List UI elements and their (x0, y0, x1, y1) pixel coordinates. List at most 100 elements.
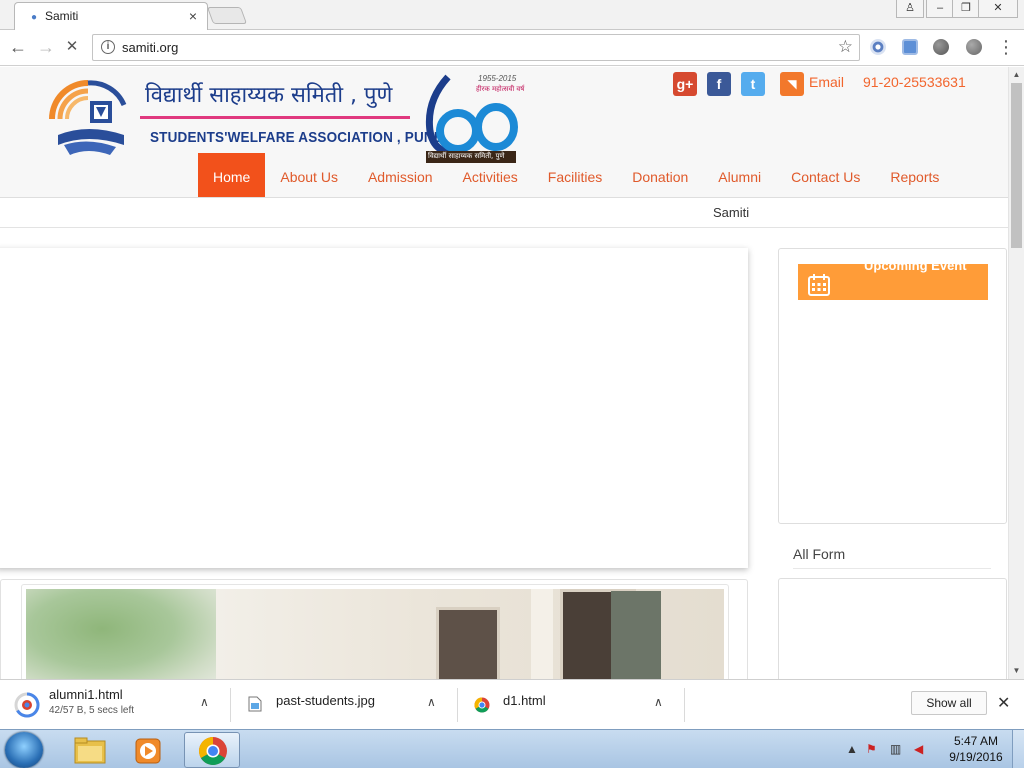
show-all-downloads-button[interactable]: Show all (911, 691, 987, 715)
download-item[interactable]: d1.html ∧ (458, 680, 684, 730)
photo-window-1 (436, 607, 500, 679)
download-filename: alumni1.html (49, 687, 123, 702)
photo-window-3 (611, 591, 661, 679)
nav-home[interactable]: Home (198, 153, 266, 197)
all-form-title: All Form (793, 546, 846, 562)
chrome-menu-button[interactable]: ⋮ (996, 37, 1016, 57)
stop-loading-button[interactable]: ✕ (62, 37, 82, 57)
taskbar-media-player[interactable] (120, 732, 176, 768)
google-plus-icon[interactable]: g+ (673, 72, 697, 96)
chrome-icon (199, 737, 227, 765)
all-form-panel (778, 578, 1007, 679)
news-ticker: Samiti (0, 198, 1008, 228)
bookmark-star-icon[interactable]: ☆ (838, 37, 853, 57)
tray-network-icon[interactable]: ▥ (890, 742, 901, 756)
maximize-button[interactable]: ❐ (952, 0, 980, 18)
chrome-html-file-icon (474, 697, 490, 713)
download-filename: d1.html (503, 693, 546, 708)
jubilee-number: 60 (420, 71, 421, 72)
url-text[interactable]: samiti.org (122, 40, 178, 55)
building-photo (26, 589, 724, 679)
tab-close-icon[interactable]: × (189, 8, 197, 24)
photo-tree (26, 589, 216, 679)
windows-taskbar: ▲ ⚑ ▥ ◀ 5:47 AM 9/19/2016 (0, 729, 1024, 768)
start-button[interactable] (5, 732, 43, 768)
show-desktop-button[interactable] (1012, 730, 1024, 768)
email-link[interactable]: Email (809, 74, 844, 90)
address-bar[interactable]: i samiti.org ☆ (92, 34, 860, 61)
download-shelf: alumni1.html 42/57 B, 5 secs left ∧ past… (0, 679, 1024, 729)
download-status: 42/57 B, 5 secs left (49, 705, 135, 716)
samiti-logo-emblem-icon[interactable] (44, 75, 132, 159)
upcoming-events-title: Upcoming Event (864, 264, 967, 273)
ticker-text: Samiti (713, 205, 750, 220)
rss-icon[interactable]: ◥ (780, 72, 804, 96)
forward-button[interactable]: → (36, 37, 56, 57)
extension-icon-1[interactable] (870, 39, 886, 55)
main-nav: Home About Us Admission Activities Facil… (198, 153, 954, 197)
scroll-thumb[interactable] (1011, 83, 1022, 248)
close-window-button[interactable]: ✕ (978, 0, 1018, 18)
taskbar-file-explorer[interactable] (62, 732, 118, 768)
clock-date[interactable]: 9/19/2016 (946, 750, 1006, 764)
download-item[interactable]: alumni1.html 42/57 B, 5 secs left ∧ (0, 680, 230, 730)
tray-action-center-icon[interactable]: ⚑ (866, 742, 877, 756)
download-menu-chevron-icon[interactable]: ∧ (427, 695, 436, 709)
nav-facilities[interactable]: Facilities (533, 153, 617, 197)
folder-icon (74, 737, 106, 764)
extension-icon-3[interactable] (933, 39, 949, 55)
taskbar-chrome[interactable] (184, 732, 240, 768)
nav-about-us[interactable]: About Us (265, 153, 353, 197)
new-tab-button[interactable] (206, 7, 248, 24)
browser-tabstrip: ● Samiti × ♙ – ❐ ✕ (0, 0, 1024, 31)
browser-tab[interactable]: ● Samiti × (14, 2, 208, 31)
facebook-icon[interactable]: f (707, 72, 731, 96)
clock-time[interactable]: 5:47 AM (946, 734, 1006, 748)
jubilee-caption: हीरक महोत्सवी वर्ष (476, 85, 525, 93)
media-player-icon (135, 738, 161, 764)
minimize-button[interactable]: – (926, 0, 954, 18)
jubilee-years: 1955-2015 (478, 74, 517, 83)
close-shelf-icon[interactable]: ✕ (997, 693, 1010, 713)
nav-donation[interactable]: Donation (617, 153, 703, 197)
phone-number: 91-20-25533631 (863, 74, 966, 90)
tray-volume-muted-icon[interactable]: ◀ (914, 742, 923, 756)
page-scrollbar[interactable]: ▲ ▼ (1008, 67, 1024, 679)
nav-reports[interactable]: Reports (875, 153, 954, 197)
browser-toolbar: ← → ✕ i samiti.org ☆ ⋮ (0, 30, 1024, 66)
back-button[interactable]: ← (8, 37, 28, 57)
web-page: विद्यार्थी साहाय्यक समिती , पुणे STUDENT… (0, 67, 1008, 679)
logo-hindi-text: विद्यार्थी साहाय्यक समिती , पुणे (145, 83, 393, 108)
profile-icon[interactable]: ♙ (896, 0, 924, 18)
image-slider[interactable] (0, 248, 748, 568)
extension-icon-2[interactable] (902, 39, 918, 55)
download-menu-chevron-icon[interactable]: ∧ (654, 695, 663, 709)
extension-icon-4[interactable] (966, 39, 982, 55)
nav-activities[interactable]: Activities (448, 153, 533, 197)
site-header: विद्यार्थी साहाय्यक समिती , पुणे STUDENT… (0, 67, 1008, 198)
nav-alumni[interactable]: Alumni (703, 153, 776, 197)
nav-contact-us[interactable]: Contact Us (776, 153, 875, 197)
download-menu-chevron-icon[interactable]: ∧ (200, 695, 209, 709)
photo-pillar (531, 589, 553, 679)
download-filename: past-students.jpg (276, 693, 376, 708)
site-info-icon[interactable]: i (101, 40, 115, 54)
download-divider (684, 688, 685, 722)
tab-favicon-icon: ● (31, 12, 38, 23)
twitter-icon[interactable]: t (741, 72, 765, 96)
upcoming-events-panel: Upcoming Event (778, 248, 1007, 524)
upcoming-events-header: Upcoming Event (798, 264, 988, 300)
image-file-icon (248, 696, 262, 712)
nav-admission[interactable]: Admission (353, 153, 448, 197)
photo-section (0, 579, 748, 679)
scroll-down-arrow-icon[interactable]: ▼ (1009, 663, 1024, 679)
logo-underline (140, 116, 410, 119)
all-form-divider (793, 568, 991, 569)
calendar-icon (808, 274, 830, 296)
scroll-up-arrow-icon[interactable]: ▲ (1009, 67, 1024, 83)
photo-frame (21, 584, 729, 679)
download-item[interactable]: past-students.jpg ∧ (231, 680, 457, 730)
download-progress-icon (14, 692, 40, 718)
tray-show-hidden-icon[interactable]: ▲ (846, 742, 858, 756)
tab-title: Samiti (45, 9, 79, 23)
